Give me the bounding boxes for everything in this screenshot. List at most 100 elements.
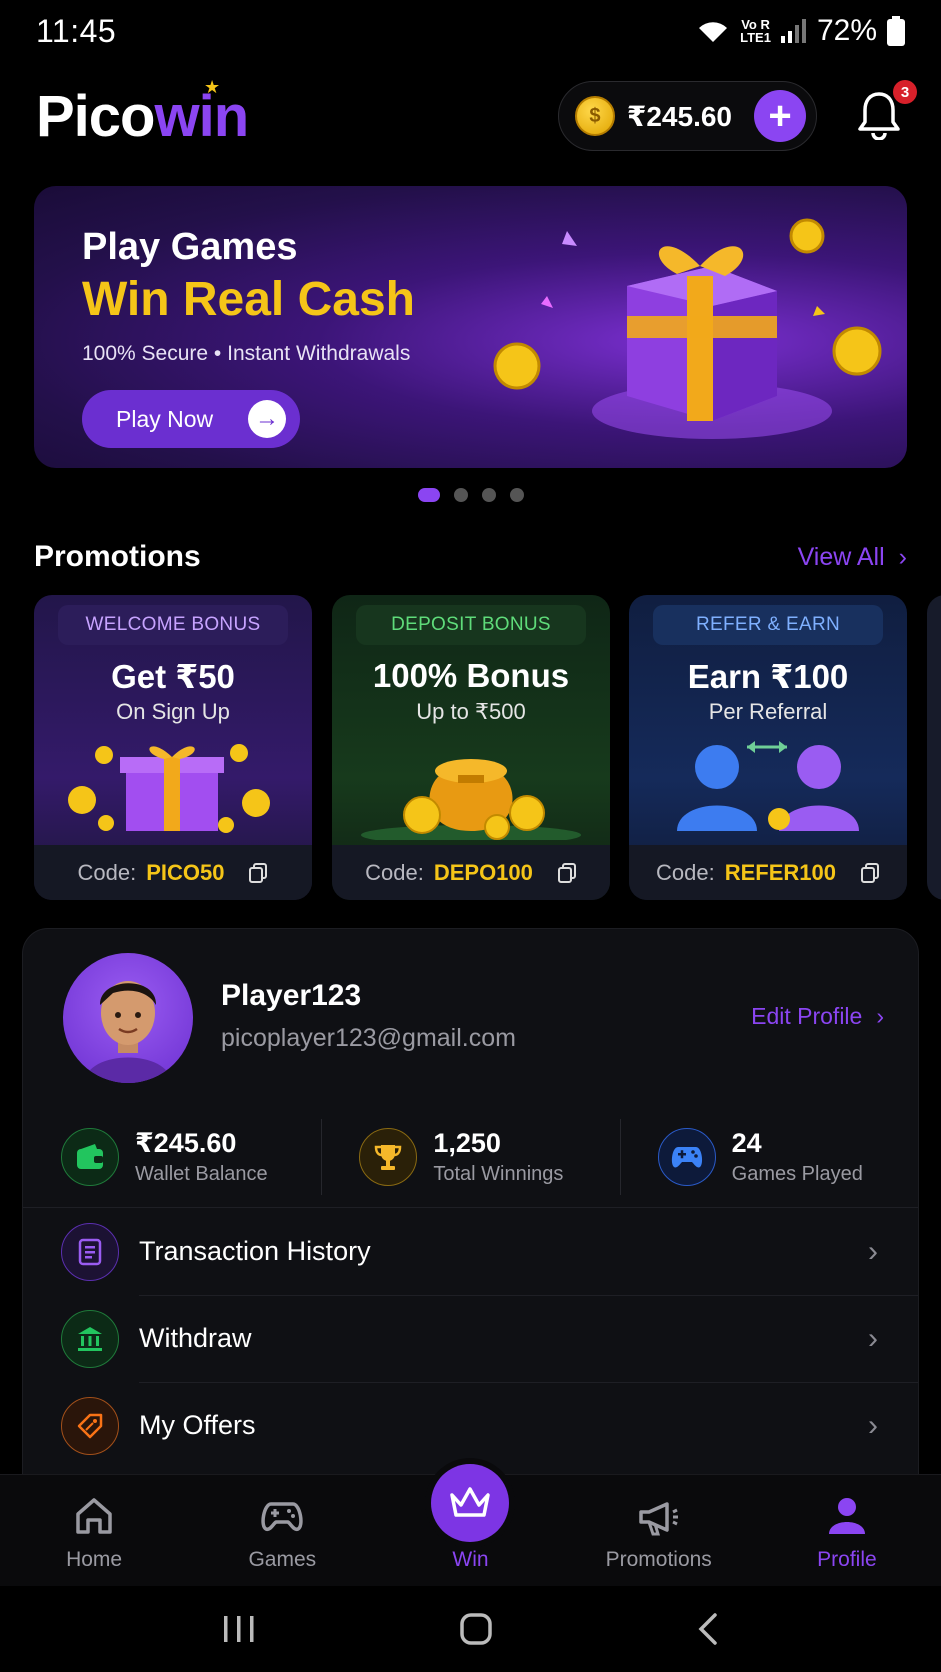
code-label: Code: bbox=[656, 859, 715, 885]
pagination-dot[interactable] bbox=[453, 488, 468, 502]
stat-games-played[interactable]: 24 Games Played bbox=[619, 1109, 918, 1205]
gift-box-icon bbox=[68, 744, 270, 833]
nav-label: Home bbox=[66, 1548, 123, 1571]
copy-icon[interactable] bbox=[248, 862, 268, 884]
money-bag-icon bbox=[361, 759, 581, 840]
referral-people-icon bbox=[677, 741, 859, 831]
promo-headline: Get ₹50 bbox=[111, 658, 235, 695]
banner-pagination bbox=[0, 488, 941, 502]
receipt-icon bbox=[61, 1222, 119, 1281]
stat-value: 1,250 bbox=[433, 1128, 501, 1158]
logo-star-icon: ★ bbox=[204, 76, 220, 97]
promo-card-welcome[interactable]: WELCOME BONUS Get ₹50 On Sign Up Code: P… bbox=[34, 595, 312, 900]
wifi-icon bbox=[699, 22, 728, 42]
stat-wallet-balance[interactable]: ₹245.60 Wallet Balance bbox=[23, 1109, 321, 1205]
stat-value: ₹245.60 bbox=[135, 1128, 237, 1158]
arrow-right-icon: → bbox=[248, 400, 286, 438]
view-all-label: View All bbox=[797, 542, 885, 571]
battery-percent: 72% bbox=[816, 14, 877, 47]
promo-code-bar[interactable]: Code: REFER100 bbox=[629, 845, 907, 900]
promo-code: REFER100 bbox=[724, 859, 836, 885]
promotions-title: Promotions bbox=[34, 540, 201, 573]
promo-card-deposit[interactable]: DEPOSIT BONUS 100% Bonus Up to ₹500 Code… bbox=[332, 595, 610, 900]
chevron-right-icon: › bbox=[876, 1003, 884, 1029]
wallet-chip[interactable]: $ ₹245.60 + bbox=[557, 81, 817, 151]
profile-panel: Player123 picoplayer123@gmail.com Edit P… bbox=[22, 928, 919, 1528]
pagination-dot-active[interactable] bbox=[417, 488, 440, 502]
menu-item-transaction-history[interactable]: Transaction History › bbox=[23, 1208, 918, 1295]
promo-headline: Earn ₹100 bbox=[687, 658, 849, 695]
home-button-icon[interactable] bbox=[459, 1612, 493, 1646]
menu-item-label: Withdraw bbox=[139, 1323, 252, 1353]
edit-profile-label: Edit Profile bbox=[751, 1003, 863, 1029]
promo-code-bar[interactable]: Code: DEPO100 bbox=[332, 845, 610, 900]
profile-stats: ₹245.60 Wallet Balance 1,250 Total Winni… bbox=[23, 1109, 918, 1205]
nav-home[interactable]: Home bbox=[0, 1475, 188, 1586]
banner-subtitle: 100% Secure • Instant Withdrawals bbox=[82, 342, 411, 365]
nav-promotions[interactable]: Promotions bbox=[565, 1475, 753, 1586]
nav-profile[interactable]: Profile bbox=[753, 1475, 941, 1586]
menu-item-withdraw[interactable]: Withdraw › bbox=[23, 1295, 918, 1382]
stat-total-winnings[interactable]: 1,250 Total Winnings bbox=[321, 1109, 619, 1205]
chevron-right-icon: › bbox=[868, 1234, 878, 1268]
promotions-carousel[interactable]: WELCOME BONUS Get ₹50 On Sign Up Code: P… bbox=[34, 595, 941, 900]
status-time: 11:45 bbox=[36, 12, 117, 49]
header-actions: $ ₹245.60 + 3 bbox=[557, 80, 917, 151]
profile-icon bbox=[828, 1498, 865, 1534]
hero-banner[interactable]: Play Games Win Real Cash 100% Secure • I… bbox=[34, 186, 907, 468]
nav-label: Games bbox=[248, 1548, 317, 1571]
profile-name: Player123 bbox=[221, 979, 362, 1012]
promo-card-refer[interactable]: REFER & EARN Earn ₹100 Per Referral Code… bbox=[629, 595, 907, 900]
app-header: Picowin ★ $ ₹245.60 + 3 bbox=[36, 77, 917, 154]
recents-icon[interactable] bbox=[222, 1614, 256, 1644]
home-icon bbox=[76, 1498, 112, 1534]
menu-item-label: My Offers bbox=[139, 1410, 256, 1440]
copy-icon[interactable] bbox=[557, 862, 577, 884]
chevron-right-icon: › bbox=[868, 1321, 878, 1355]
menu-item-label: Transaction History bbox=[139, 1236, 371, 1266]
promo-tag: REFER & EARN bbox=[653, 605, 883, 645]
code-label: Code: bbox=[365, 859, 424, 885]
back-icon[interactable] bbox=[697, 1612, 719, 1646]
gamepad-icon bbox=[657, 1128, 716, 1186]
logo-part1: Pico bbox=[36, 83, 155, 149]
nav-label: Promotions bbox=[605, 1548, 712, 1571]
promo-card-partial[interactable] bbox=[927, 595, 941, 900]
nav-label: Profile bbox=[817, 1548, 877, 1571]
nav-games[interactable]: Games bbox=[188, 1475, 376, 1586]
status-icons: Vo R LTE1 72% bbox=[696, 14, 905, 48]
play-now-button[interactable]: Play Now → bbox=[82, 390, 300, 448]
chevron-right-icon: › bbox=[898, 542, 907, 571]
stat-label: Total Winnings bbox=[433, 1163, 564, 1185]
promo-code-bar[interactable]: Code: PICO50 bbox=[34, 845, 312, 900]
promo-tag: WELCOME BONUS bbox=[58, 605, 288, 645]
offer-tag-icon bbox=[61, 1396, 119, 1455]
promo-code: DEPO100 bbox=[433, 859, 533, 885]
stat-label: Games Played bbox=[731, 1163, 863, 1185]
profile-email: picoplayer123@gmail.com bbox=[221, 1024, 516, 1052]
nav-label: Win bbox=[452, 1548, 489, 1571]
wallet-icon bbox=[61, 1128, 119, 1186]
edit-profile-button[interactable]: Edit Profile › bbox=[751, 1003, 884, 1030]
play-now-label: Play Now bbox=[116, 405, 214, 432]
promo-tag: DEPOSIT BONUS bbox=[356, 605, 586, 645]
menu-item-my-offers[interactable]: My Offers › bbox=[23, 1382, 918, 1469]
view-all-link[interactable]: View All › bbox=[798, 543, 907, 572]
chevron-right-icon: › bbox=[868, 1408, 878, 1442]
notifications-button[interactable]: 3 bbox=[857, 80, 917, 142]
app-logo[interactable]: Picowin ★ bbox=[36, 77, 249, 150]
win-crown-button[interactable] bbox=[431, 1464, 509, 1542]
copy-icon[interactable] bbox=[860, 862, 880, 884]
add-money-button[interactable]: + bbox=[754, 90, 806, 142]
user-avatar-illustration bbox=[85, 981, 171, 1083]
avatar[interactable] bbox=[63, 953, 193, 1083]
bank-icon bbox=[61, 1309, 119, 1368]
system-navigation-bar bbox=[0, 1586, 941, 1672]
banner-headline: Win Real Cash bbox=[82, 273, 415, 326]
pagination-dot[interactable] bbox=[509, 488, 524, 502]
promo-subtitle: Up to ₹500 bbox=[416, 699, 526, 724]
code-label: Code: bbox=[77, 859, 137, 885]
pagination-dot[interactable] bbox=[481, 488, 496, 502]
status-bar: 11:45 Vo R LTE1 72% bbox=[0, 0, 941, 62]
stat-label: Wallet Balance bbox=[135, 1163, 268, 1185]
